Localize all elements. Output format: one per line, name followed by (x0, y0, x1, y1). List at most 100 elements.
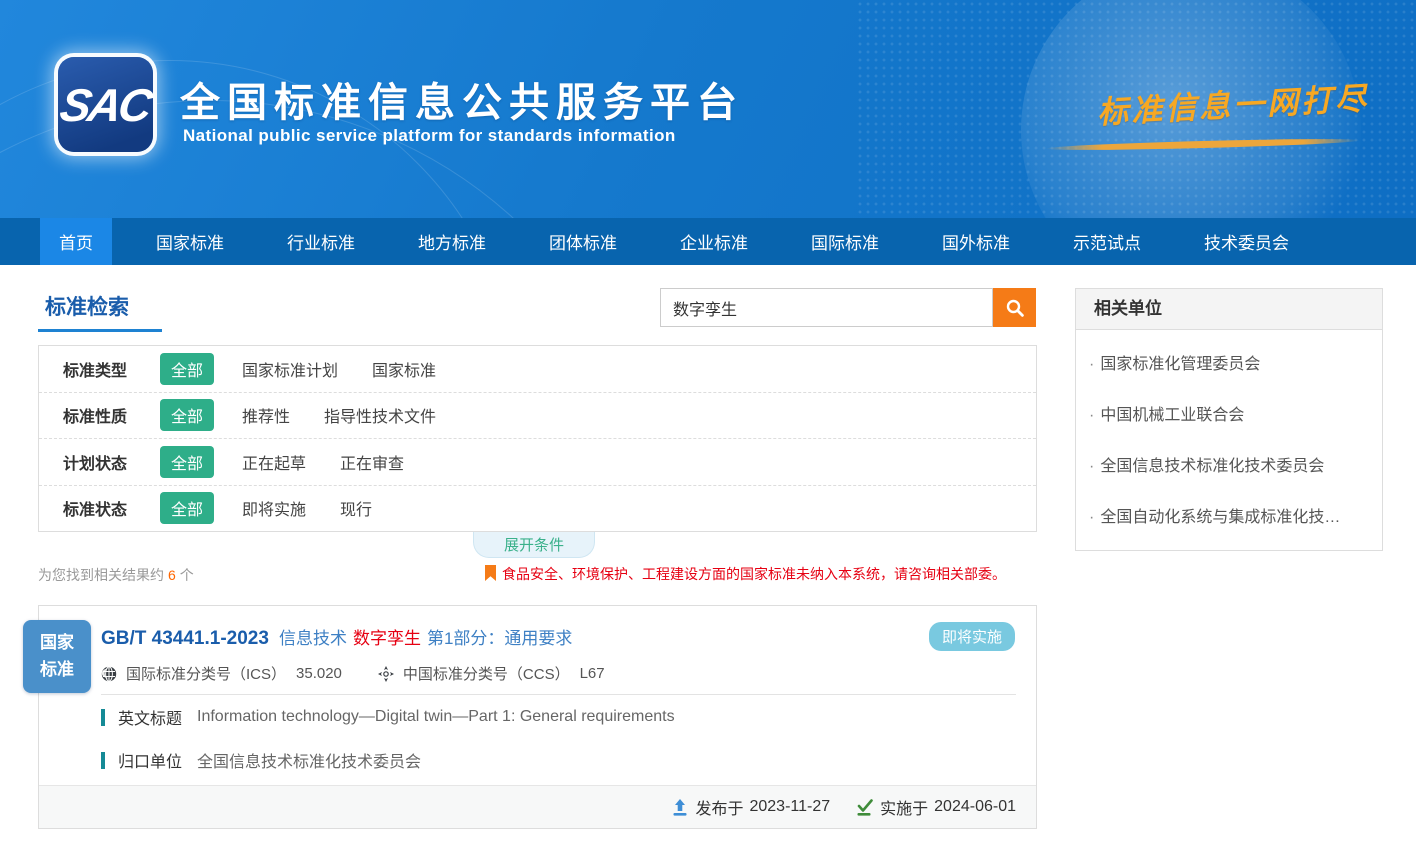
teal-bar-decoration (101, 709, 105, 726)
related-unit-link[interactable]: · 中国机械工业联合会 (1076, 387, 1382, 438)
english-title-row: 英文标题 Information technology—Digital twin… (101, 705, 675, 729)
status-badge: 即将实施 (929, 622, 1015, 651)
related-unit-link[interactable]: · 全国自动化系统与集成标准化技… (1076, 489, 1382, 540)
filter-all-badge[interactable]: 全部 (160, 446, 214, 478)
nav-item-enterprise-standards[interactable]: 企业标准 (661, 218, 767, 265)
main-content: 标准检索 标准类型 全部 国家标准计划 国家标准 标准性质 全部 推荐性 指导性… (0, 265, 1416, 845)
publish-icon (672, 799, 688, 816)
notice-text: 食品安全、环境保护、工程建设方面的国家标准未纳入本系统，请咨询相关部委。 (502, 564, 1006, 584)
implement-date-group: 实施于 2024-06-01 (856, 795, 1016, 819)
filter-option[interactable]: 推荐性 (242, 403, 290, 427)
filter-option[interactable]: 国家标准 (372, 357, 436, 381)
english-title-value: Information technology—Digital twin—Part… (197, 708, 675, 726)
implement-label: 实施于 (880, 795, 928, 819)
site-header: SAC 全国标准信息公共服务平台 National public service… (0, 0, 1416, 218)
filter-option[interactable]: 现行 (340, 496, 372, 520)
result-card: 国家 标准 GB/T 43441.1-2023 信息技术数字孪生第1部分：通用要求… (38, 605, 1037, 829)
related-units-panel: 相关单位 · 国家标准化管理委员会 · 中国机械工业联合会 · 全国信息技术标准化技术… (1075, 288, 1383, 551)
filter-label: 计划状态 (63, 450, 160, 474)
nav-item-industry-standards[interactable]: 行业标准 (268, 218, 374, 265)
committee-row: 归口单位 全国信息技术标准化技术委员会 (101, 748, 421, 772)
nav-item-local-standards[interactable]: 地方标准 (399, 218, 505, 265)
filter-row-standard-nature: 标准性质 全部 推荐性 指导性技术文件 (39, 393, 1036, 440)
filter-option[interactable]: 即将实施 (242, 496, 306, 520)
filter-all-badge[interactable]: 全部 (160, 399, 214, 431)
ics-label: 国际标准分类号（ICS） (126, 663, 286, 684)
filter-option[interactable]: 正在审查 (340, 450, 404, 474)
standard-type-badge[interactable]: 国家 标准 (23, 620, 91, 693)
teal-bar-decoration (101, 752, 105, 769)
related-unit-link[interactable]: · 全国信息技术标准化技术委员会 (1076, 438, 1382, 489)
classification-row: 国际标准分类号（ICS） 35.020 中国标准分类号（CCS） L67 (101, 663, 605, 684)
nav-item-international-standards[interactable]: 国际标准 (792, 218, 898, 265)
related-unit-link[interactable]: · 国家标准化管理委员会 (1076, 336, 1382, 387)
page-title: 标准检索 (45, 291, 129, 321)
card-divider (101, 694, 1016, 695)
publish-date-group: 发布于 2023-11-27 (672, 795, 830, 819)
nav-item-foreign-standards[interactable]: 国外标准 (923, 218, 1029, 265)
ccs-value: L67 (580, 665, 605, 682)
sac-logo-text: SAC (57, 78, 155, 132)
list-bullet: · (1089, 458, 1094, 475)
filter-row-standard-type: 标准类型 全部 国家标准计划 国家标准 (39, 346, 1036, 393)
related-unit-label: 中国机械工业联合会 (1100, 407, 1244, 424)
search-input[interactable] (660, 288, 993, 327)
standard-title-part2: 第1部分：通用要求 (427, 629, 572, 648)
filter-panel: 标准类型 全部 国家标准计划 国家标准 标准性质 全部 推荐性 指导性技术文件 … (38, 345, 1037, 532)
standard-code: GB/T 43441.1-2023 (101, 628, 269, 649)
list-bullet: · (1089, 509, 1094, 526)
result-summary-suffix: 个 (180, 567, 194, 583)
filter-label: 标准类型 (63, 357, 160, 381)
nav-item-national-standards[interactable]: 国家标准 (137, 218, 243, 265)
standard-title-highlight: 数字孪生 (353, 629, 421, 648)
nav-item-group-standards[interactable]: 团体标准 (530, 218, 636, 265)
committee-value: 全国信息技术标准化技术委员会 (197, 748, 421, 772)
filter-row-plan-status: 计划状态 全部 正在起草 正在审查 (39, 439, 1036, 486)
ccs-label: 中国标准分类号（CCS） (403, 663, 570, 684)
filter-label: 标准性质 (63, 403, 160, 427)
system-notice: 食品安全、环境保护、工程建设方面的国家标准未纳入本系统，请咨询相关部委。 (485, 564, 1006, 584)
result-summary-prefix: 为您找到相关结果约 (38, 567, 164, 583)
filter-label: 标准状态 (63, 496, 160, 520)
filter-all-badge[interactable]: 全部 (160, 353, 214, 385)
search-button[interactable] (993, 288, 1036, 327)
list-bullet: · (1089, 407, 1094, 424)
filter-row-standard-status: 标准状态 全部 即将实施 现行 (39, 486, 1036, 532)
related-unit-label: 国家标准化管理委员会 (1100, 356, 1260, 373)
result-count: 6 (168, 567, 176, 583)
list-bullet: · (1089, 356, 1094, 373)
filter-all-badge[interactable]: 全部 (160, 492, 214, 524)
card-footer: 发布于 2023-11-27 实施于 2024-06-01 (39, 785, 1036, 828)
publish-date: 2023-11-27 (749, 798, 830, 816)
result-summary: 为您找到相关结果约6个 (38, 565, 194, 585)
nav-item-technical-committee[interactable]: 技术委员会 (1185, 218, 1308, 265)
related-unit-label: 全国自动化系统与集成标准化技… (1100, 509, 1340, 526)
nav-item-home[interactable]: 首页 (40, 218, 112, 265)
filter-option[interactable]: 指导性技术文件 (324, 403, 436, 427)
standard-title-part1: 信息技术 (279, 629, 347, 648)
filter-option[interactable]: 正在起草 (242, 450, 306, 474)
related-units-title: 相关单位 (1076, 289, 1382, 330)
expand-conditions-button[interactable]: 展开条件 (473, 532, 595, 558)
compass-icon (378, 666, 394, 682)
related-unit-label: 全国信息技术标准化技术委员会 (1100, 458, 1324, 475)
implement-check-icon (856, 799, 873, 816)
filter-option[interactable]: 国家标准计划 (242, 357, 338, 381)
page-title-underline (38, 329, 162, 332)
type-badge-line2: 标准 (40, 657, 74, 683)
site-subtitle: National public service platform for sta… (183, 126, 676, 146)
site-title: 全国标准信息公共服务平台 (180, 70, 744, 128)
sac-logo[interactable]: SAC (58, 57, 153, 152)
related-units-list: · 国家标准化管理委员会 · 中国机械工业联合会 · 全国信息技术标准化技术委员会 ·… (1076, 330, 1382, 550)
nav-item-pilot[interactable]: 示范试点 (1054, 218, 1160, 265)
search-icon (1005, 298, 1025, 318)
ics-value: 35.020 (296, 665, 342, 682)
main-nav: 首页 国家标准 行业标准 地方标准 团体标准 企业标准 国际标准 国外标准 示范… (0, 218, 1416, 265)
committee-label: 归口单位 (118, 748, 182, 772)
globe-icon (101, 666, 117, 682)
implement-date: 2024-06-01 (934, 798, 1016, 816)
bookmark-icon (485, 565, 496, 581)
publish-label: 发布于 (695, 795, 743, 819)
type-badge-line1: 国家 (40, 630, 74, 656)
standard-title-link[interactable]: GB/T 43441.1-2023 信息技术数字孪生第1部分：通用要求 (101, 624, 572, 650)
